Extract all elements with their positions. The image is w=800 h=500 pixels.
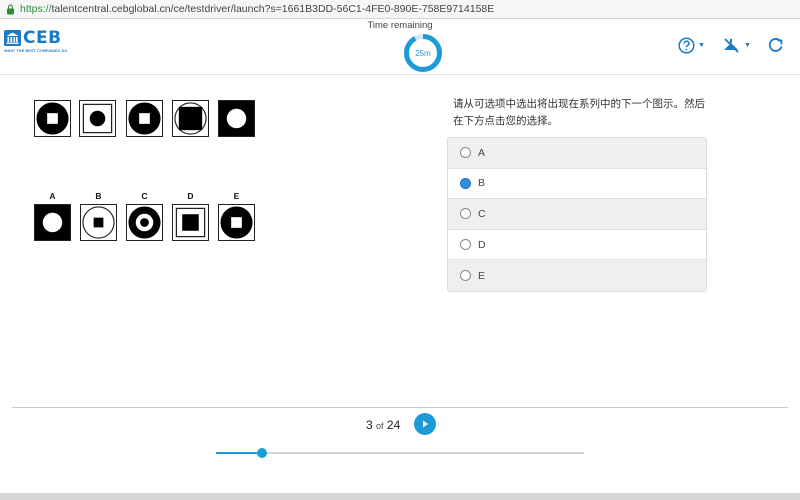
option-label: D <box>478 238 486 251</box>
option-figure-e <box>218 204 255 241</box>
chevron-down-icon[interactable]: ▼ <box>744 42 751 49</box>
option-e[interactable]: E <box>448 260 706 291</box>
next-button[interactable] <box>414 413 436 435</box>
series-tile <box>126 100 163 137</box>
option-label: E <box>478 269 486 282</box>
exit-button[interactable] <box>768 34 784 56</box>
option-figure-d <box>172 204 209 241</box>
url-text: talentcentral.cebglobal.cn/ce/testdriver… <box>51 3 495 15</box>
bank-icon <box>4 30 21 46</box>
option-figure-letter: D <box>187 191 194 201</box>
figure-graphic <box>82 103 113 134</box>
help-icon[interactable] <box>678 36 695 54</box>
total-questions: 24 <box>386 418 401 432</box>
instruction-text: 请从可选项中选出将出现在系列中的下一个图示。然后在下方点击您的选择。 <box>453 98 705 127</box>
option-figure-a <box>34 204 71 241</box>
series-tile <box>34 100 71 137</box>
option-figure-letter: B <box>95 191 102 201</box>
question-counter: 3 of 24 <box>366 418 400 432</box>
header: CEB WHAT THE BEST COMPANIES DO Time rema… <box>0 19 800 75</box>
logo-text: CEB <box>23 28 62 48</box>
figure-graphic <box>36 102 69 135</box>
series-tile <box>79 100 116 137</box>
progress-fill <box>216 452 262 454</box>
series-tile <box>218 100 255 137</box>
figure-graphic <box>219 101 254 136</box>
play-icon <box>423 420 428 428</box>
option-label: C <box>478 207 486 220</box>
footer-divider <box>12 407 788 408</box>
url-protocol: https:// <box>20 3 52 15</box>
figure-graphic <box>220 206 253 239</box>
figure-graphic <box>82 206 115 239</box>
url-bar[interactable]: https://talentcentral.cebglobal.cn/ce/te… <box>0 0 800 19</box>
option-c[interactable]: C <box>448 199 706 230</box>
chevron-down-icon[interactable]: ▼ <box>698 42 705 49</box>
option-a[interactable]: A <box>448 138 706 169</box>
current-question: 3 <box>366 418 373 432</box>
figure-graphic <box>35 205 70 240</box>
figure-graphic <box>175 207 206 238</box>
help-menu[interactable]: ▼ <box>678 34 705 56</box>
of-label: of <box>376 421 384 431</box>
radio-button[interactable] <box>460 270 471 282</box>
option-figure-b <box>80 204 117 241</box>
logo-tagline: WHAT THE BEST COMPANIES DO <box>4 49 68 53</box>
radio-button[interactable] <box>460 239 471 251</box>
radio-button[interactable] <box>460 147 471 159</box>
option-figure-letter: C <box>141 191 148 201</box>
radio-button[interactable] <box>460 177 471 189</box>
option-figure-letter: A <box>49 191 56 201</box>
option-label: A <box>478 146 486 159</box>
time-remaining-label: Time remaining <box>367 20 433 31</box>
lock-icon <box>7 4 14 14</box>
option-b[interactable]: B <box>448 168 706 200</box>
option-d[interactable]: D <box>448 229 706 261</box>
accessibility-menu[interactable]: ▼ <box>722 34 751 56</box>
option-label: B <box>478 177 486 190</box>
exit-icon[interactable] <box>768 37 784 53</box>
radio-button[interactable] <box>460 208 471 220</box>
answer-options: A B C D E <box>447 137 707 292</box>
figure-graphic <box>128 102 161 135</box>
series-tile <box>172 100 209 137</box>
progress-track <box>216 452 584 454</box>
timer-ring: 25m <box>403 33 443 73</box>
timer-value: 25m <box>415 48 431 58</box>
ceb-logo: CEB WHAT THE BEST COMPANIES DO <box>4 29 70 61</box>
bottom-bar <box>0 493 800 500</box>
option-figure-c <box>126 204 163 241</box>
figure-graphic <box>128 206 161 239</box>
figure-graphic <box>174 102 207 135</box>
progress-handle[interactable] <box>257 448 267 458</box>
accessibility-icon[interactable] <box>722 37 741 54</box>
option-figure-letter: E <box>233 191 240 201</box>
